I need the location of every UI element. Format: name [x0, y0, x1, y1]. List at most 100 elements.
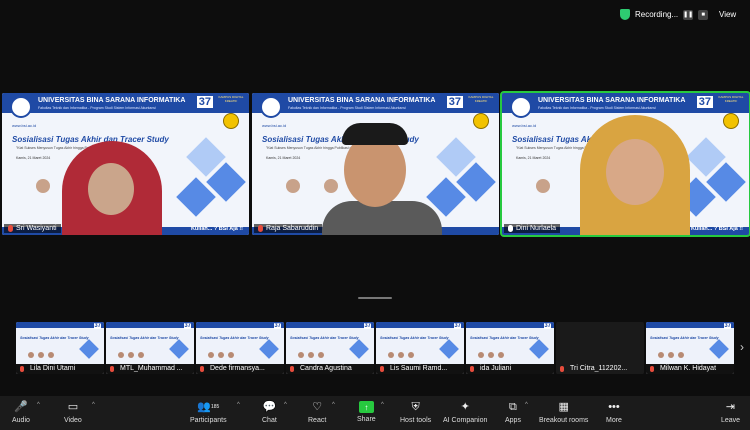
thumbnail-tile[interactable]: 37 Sosialisasi Tugas Akhir dan Tracer St…	[376, 322, 464, 374]
share-label: Share	[357, 416, 376, 423]
anniversary-badge: 37	[364, 323, 371, 329]
speaker-photos	[208, 352, 234, 358]
slide-header	[646, 322, 734, 328]
chat-options-chevron-icon[interactable]: ^	[284, 402, 287, 408]
speaker-photos	[478, 352, 504, 358]
leave-button[interactable]: ⇥ Leave	[721, 400, 740, 424]
ai-companion-label: AI Companion	[443, 417, 488, 424]
anniversary-badge: 37	[446, 96, 463, 108]
slide-date: Kamis, 21 Maret 2024	[266, 156, 301, 160]
speaker-photos	[388, 352, 414, 358]
thumbnail-nameplate: Lis Saumi Ramd...	[376, 364, 464, 374]
participant-name: Tri Citra_112202...	[570, 365, 628, 372]
share-button[interactable]: ↑ Share	[357, 400, 376, 423]
thumbnail-tile[interactable]: 37 Sosialisasi Tugas Akhir dan Tracer St…	[196, 322, 284, 374]
anniversary-badge: 37	[696, 96, 713, 108]
participant-hair	[342, 123, 408, 145]
faculty-name: Fakultas Teknik dan Informatika - Progra…	[288, 106, 406, 110]
participant-video	[322, 201, 442, 235]
mic-muted-icon	[8, 225, 13, 232]
audio-options-chevron-icon[interactable]: ^	[37, 402, 40, 408]
more-label: More	[606, 417, 622, 424]
recording-indicator[interactable]: Recording... ❚❚ ■	[620, 9, 709, 20]
meeting-toolbar: 🎤 Audio ^ ▭ Video ^ 👥185 Participants ^ …	[0, 396, 750, 430]
faculty-name: Fakultas Teknik dan Informatika - Progra…	[538, 106, 656, 110]
participant-name: Dede firmansya...	[210, 365, 265, 372]
apps-button[interactable]: ⧉ Apps	[505, 400, 521, 424]
video-tile-3[interactable]: UNIVERSITAS BINA SARANA INFORMATIKA Faku…	[500, 91, 750, 237]
thumbnail-tile[interactable]: 37 Sosialisasi Tugas Akhir dan Tracer St…	[466, 322, 554, 374]
more-button[interactable]: ••• More	[606, 400, 622, 424]
heart-icon: ♡	[312, 401, 323, 413]
slide-tagline: Kuliah... ? BSI Aja !!	[190, 226, 243, 232]
breakout-rooms-label: Breakout rooms	[539, 417, 589, 424]
shield-icon	[620, 9, 630, 20]
slide-title: Sosialisasi Tugas Akhir dan Tracer Study	[20, 336, 89, 340]
anniversary-badge: 37	[724, 323, 731, 329]
slide-date: Kamis, 21 Maret 2024	[16, 156, 51, 160]
participants-button[interactable]: 👥185 Participants	[190, 400, 227, 424]
dots-icon: •••	[608, 401, 620, 413]
grid-icon: ▦	[558, 401, 569, 413]
speaker-photo	[536, 179, 550, 193]
slide-title: Sosialisasi Tugas Akhir dan Tracer Study	[380, 336, 449, 340]
chat-icon: 💬	[262, 401, 277, 413]
website-label: www.bsi.ac.id	[262, 123, 287, 128]
gallery-divider[interactable]	[358, 297, 392, 299]
mic-muted-icon	[650, 366, 654, 372]
anniversary-badge: 37	[454, 323, 461, 329]
mic-muted-icon	[20, 366, 24, 372]
video-tile-2[interactable]: UNIVERSITAS BINA SARANA INFORMATIKA Faku…	[252, 93, 499, 235]
participants-label: Participants	[190, 417, 227, 424]
thumbnail-nameplate: Lila Dini Utami	[16, 364, 104, 374]
website-label: www.bsi.ac.id	[12, 123, 37, 128]
video-button[interactable]: ▭ Video	[64, 400, 82, 424]
thumbnail-tile[interactable]: 37 Sosialisasi Tugas Akhir dan Tracer St…	[286, 322, 374, 374]
host-tools-button[interactable]: ⛨ Host tools	[400, 400, 431, 424]
video-tile-1[interactable]: UNIVERSITAS BINA SARANA INFORMATIKA Faku…	[2, 93, 249, 235]
thumbnail-tile[interactable]: 37 Sosialisasi Tugas Akhir dan Tracer St…	[16, 322, 104, 374]
thumbnail-tile[interactable]: 37 Sosialisasi Tugas Akhir dan Tracer St…	[646, 322, 734, 374]
speaker-photos	[298, 352, 324, 358]
faculty-name: Fakultas Teknik dan Informatika - Progra…	[38, 106, 156, 110]
participant-name: ida Juliani	[480, 365, 512, 372]
participant-face	[88, 163, 134, 215]
mic-muted-icon	[258, 225, 263, 232]
thumbnail-tile[interactable]: Tri Citra_112202...	[556, 322, 644, 374]
share-options-chevron-icon[interactable]: ^	[381, 402, 384, 408]
slide-header	[106, 322, 194, 328]
video-options-chevron-icon[interactable]: ^	[92, 402, 95, 408]
apps-options-chevron-icon[interactable]: ^	[525, 402, 528, 408]
next-page-arrow-icon[interactable]: ›	[740, 340, 744, 354]
participant-name: Milwan K. Hidayat	[660, 365, 717, 372]
ai-companion-button[interactable]: ✦ AI Companion	[443, 400, 487, 424]
breakout-rooms-button[interactable]: ▦ Breakout rooms	[539, 400, 588, 424]
slide-header	[376, 322, 464, 328]
participant-nameplate: Sri Wasiyanti	[4, 224, 61, 233]
thumbnail-nameplate: ida Juliani	[466, 364, 554, 374]
mic-muted-icon: 🎤	[14, 401, 28, 413]
participants-options-chevron-icon[interactable]: ^	[237, 402, 240, 408]
video-label: Video	[64, 417, 82, 424]
university-logo	[10, 96, 32, 118]
decor-hexagon	[529, 339, 549, 359]
speaker-photos	[28, 352, 54, 358]
audio-button[interactable]: 🎤 Audio	[12, 400, 30, 424]
university-name: UNIVERSITAS BINA SARANA INFORMATIKA	[288, 97, 436, 104]
anniversary-badge: 37	[196, 96, 213, 108]
mic-muted-icon	[200, 366, 204, 372]
anniversary-badge: 37	[274, 323, 281, 329]
slide-title: Sosialisasi Tugas Akhir dan Tracer Study	[470, 336, 539, 340]
slide-title: Sosialisasi Tugas Akhir dan Tracer Study	[290, 336, 359, 340]
thumbnail-tile[interactable]: 37 Sosialisasi Tugas Akhir dan Tracer St…	[106, 322, 194, 374]
pause-icon[interactable]: ❚❚	[683, 9, 693, 20]
view-button[interactable]: View	[719, 10, 736, 19]
slide-header	[16, 322, 104, 328]
stop-icon[interactable]: ■	[698, 9, 709, 20]
chat-button[interactable]: 💬 Chat	[262, 400, 277, 424]
leave-label: Leave	[721, 417, 741, 424]
react-button[interactable]: ♡ React	[308, 400, 326, 424]
thumbnail-nameplate: Tri Citra_112202...	[556, 364, 644, 374]
react-options-chevron-icon[interactable]: ^	[332, 402, 335, 408]
kampus-label: KAMPUS DIGITAL KREATIF	[718, 95, 744, 103]
